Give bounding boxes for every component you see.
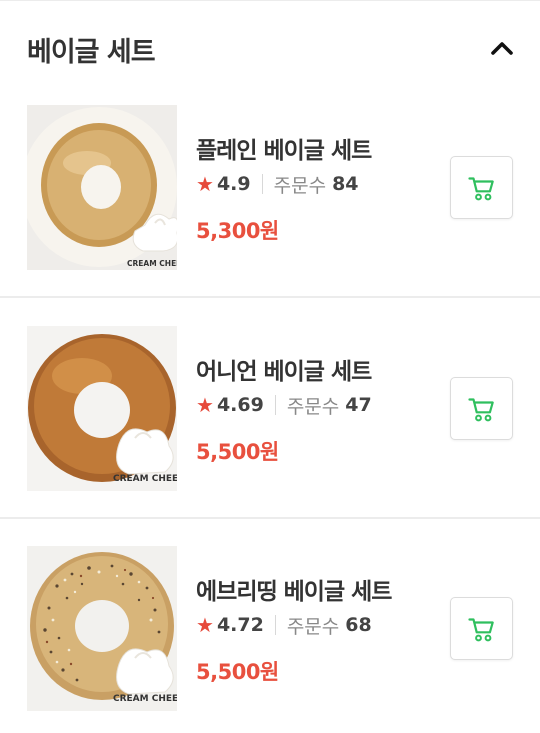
menu-item[interactable]: CREAM CHEESE 플레인 베이글 세트 ★ 4.9 주문수 84 5,3… [0, 95, 540, 315]
star-icon: ★ [196, 172, 214, 196]
item-name: 어니언 베이글 세트 [196, 359, 372, 385]
cart-icon [468, 177, 494, 201]
onion-bagel-image: CREAM CHEESE [27, 326, 177, 491]
plain-bagel-image: CREAM CHEESE [27, 105, 177, 270]
item-rating: 4.69 [216, 394, 264, 416]
item-rating: 4.72 [216, 614, 264, 636]
orders-label: 주문수 [286, 615, 340, 638]
orders-count: 68 [345, 614, 372, 636]
item-divider [0, 517, 540, 519]
cart-icon [468, 618, 494, 642]
star-icon: ★ [196, 613, 214, 637]
section-title: 베이글 세트 [27, 37, 156, 68]
item-meta: ★ 4.69 주문수 47 [196, 393, 372, 418]
item-price: 5,500원 [196, 440, 279, 464]
meta-separator [261, 174, 263, 194]
orders-count: 84 [332, 173, 359, 195]
item-meta: ★ 4.9 주문수 84 [196, 172, 359, 197]
item-name: 에브리띵 베이글 세트 [196, 579, 392, 605]
orders-label: 주문수 [273, 174, 327, 197]
menu-item[interactable]: CREAM CHEESE 에브리띵 베이글 세트 ★ 4.72 주문수 68 5… [0, 536, 540, 733]
add-to-cart-button[interactable] [450, 156, 513, 219]
star-icon: ★ [196, 393, 214, 417]
item-rating: 4.9 [216, 173, 251, 195]
add-to-cart-button[interactable] [450, 597, 513, 660]
menu-item[interactable]: CREAM CHEESE 어니언 베이글 세트 ★ 4.69 주문수 47 5,… [0, 316, 540, 536]
meta-separator [274, 395, 276, 415]
item-meta: ★ 4.72 주문수 68 [196, 613, 372, 638]
add-to-cart-button[interactable] [450, 377, 513, 440]
orders-label: 주문수 [286, 395, 340, 418]
item-name: 플레인 베이글 세트 [196, 138, 372, 164]
chevron-up-icon [491, 42, 513, 55]
image-caption: CREAM CHEESE [113, 474, 177, 484]
cart-icon [468, 398, 494, 422]
meta-separator [274, 615, 276, 635]
section-header[interactable]: 베이글 세트 [0, 0, 540, 95]
image-caption: CREAM CHEESE [127, 259, 177, 268]
orders-count: 47 [345, 394, 372, 416]
image-caption: CREAM CHEESE [113, 694, 177, 704]
item-divider [0, 296, 540, 298]
everything-bagel-image: CREAM CHEESE [27, 546, 177, 711]
item-price: 5,300원 [196, 219, 279, 243]
item-price: 5,500원 [196, 660, 279, 684]
collapse-button[interactable] [482, 28, 522, 68]
